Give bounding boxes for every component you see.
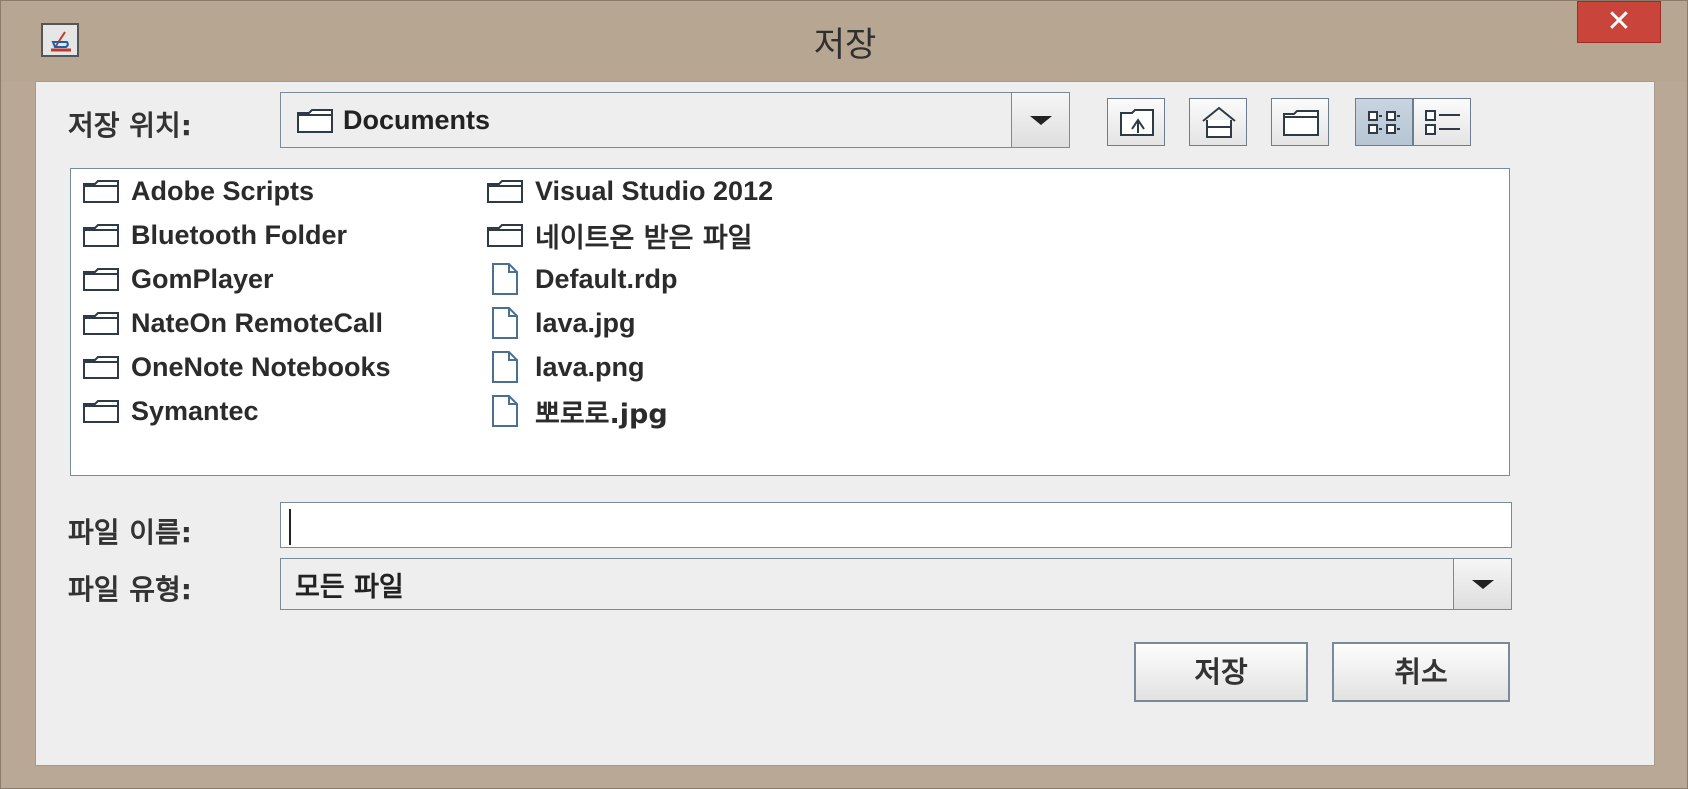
folder-item[interactable]: Bluetooth Folder xyxy=(81,215,347,255)
folder-icon xyxy=(297,109,333,133)
filetype-combobox[interactable]: 모든 파일 xyxy=(280,558,1512,610)
folder-item[interactable]: NateOn RemoteCall xyxy=(81,303,383,343)
file-name: lava.jpg xyxy=(535,307,636,338)
folder-icon xyxy=(81,265,131,293)
folder-item[interactable]: Visual Studio 2012 xyxy=(485,171,773,211)
folder-item[interactable]: Adobe Scripts xyxy=(81,171,314,211)
folder-icon xyxy=(81,353,131,381)
file-name: Visual Studio 2012 xyxy=(535,175,774,206)
filetype-dropdown-arrow[interactable] xyxy=(1453,559,1511,609)
save-in-dropdown-arrow[interactable] xyxy=(1011,93,1069,147)
file-name: lava.png xyxy=(535,351,645,382)
details-view-button[interactable] xyxy=(1413,98,1471,146)
file-name: NateOn RemoteCall xyxy=(131,307,384,338)
home-icon xyxy=(1202,106,1236,138)
folder-icon xyxy=(485,221,535,249)
list-view-icon xyxy=(1368,111,1400,134)
window-title: 저장 xyxy=(813,25,877,65)
folder-icon xyxy=(81,177,131,205)
cancel-button[interactable]: 취소 xyxy=(1332,642,1510,702)
title-bar[interactable]: 저장 ✕ xyxy=(1,1,1687,81)
save-button[interactable]: 저장 xyxy=(1134,642,1308,702)
file-name: OneNote Notebooks xyxy=(131,351,391,382)
file-list[interactable]: Adobe Scripts Bluetooth Folder GomPlayer Na… xyxy=(70,168,1510,476)
new-folder-icon xyxy=(1283,110,1319,136)
file-icon xyxy=(485,350,535,384)
file-name: Symantec xyxy=(131,395,259,426)
file-item[interactable]: lava.png xyxy=(485,347,645,387)
file-name: 뽀로로.jpg xyxy=(535,398,668,430)
file-icon xyxy=(485,262,535,296)
save-in-combobox[interactable]: Documents xyxy=(280,92,1070,148)
filename-label: 파일 이름: xyxy=(68,516,192,549)
file-name: Bluetooth Folder xyxy=(131,219,347,250)
filetype-label: 파일 유형: xyxy=(68,573,192,606)
file-item[interactable]: Default.rdp xyxy=(485,259,678,299)
details-view-icon xyxy=(1425,110,1460,135)
filetype-value: 모든 파일 xyxy=(295,571,404,603)
home-button[interactable] xyxy=(1189,98,1247,146)
file-name: Default.rdp xyxy=(535,263,678,294)
file-item[interactable]: lava.jpg xyxy=(485,303,636,343)
folder-icon xyxy=(81,309,131,337)
dialog-content: 저장 위치: Documents Adobe Scripts Bluetooth… xyxy=(35,81,1655,766)
folder-item[interactable]: OneNote Notebooks xyxy=(81,347,391,387)
filename-input[interactable] xyxy=(280,502,1512,548)
list-view-button[interactable] xyxy=(1355,98,1413,146)
file-icon xyxy=(485,306,535,340)
file-name: 네이트온 받은 파일 xyxy=(535,222,753,254)
save-in-label: 저장 위치: xyxy=(68,109,192,142)
folder-icon xyxy=(81,397,131,425)
folder-icon xyxy=(81,221,131,249)
save-dialog: 저장 ✕ 저장 위치: Documents Adobe Scripts Blue… xyxy=(0,0,1688,789)
file-item[interactable]: 뽀로로.jpg xyxy=(485,391,668,431)
folder-item[interactable]: GomPlayer xyxy=(81,259,274,299)
file-name: GomPlayer xyxy=(131,263,274,294)
folder-item[interactable]: 네이트온 받은 파일 xyxy=(485,215,753,255)
new-folder-button[interactable] xyxy=(1271,98,1329,146)
folder-item[interactable]: Symantec xyxy=(81,391,259,431)
folder-icon xyxy=(485,177,535,205)
up-folder-button[interactable] xyxy=(1107,98,1165,146)
file-icon xyxy=(485,394,535,428)
close-button[interactable]: ✕ xyxy=(1577,1,1661,43)
file-name: Adobe Scripts xyxy=(131,175,315,206)
text-caret xyxy=(289,509,291,545)
save-in-value: Documents xyxy=(343,104,491,135)
up-folder-icon xyxy=(1120,109,1154,136)
